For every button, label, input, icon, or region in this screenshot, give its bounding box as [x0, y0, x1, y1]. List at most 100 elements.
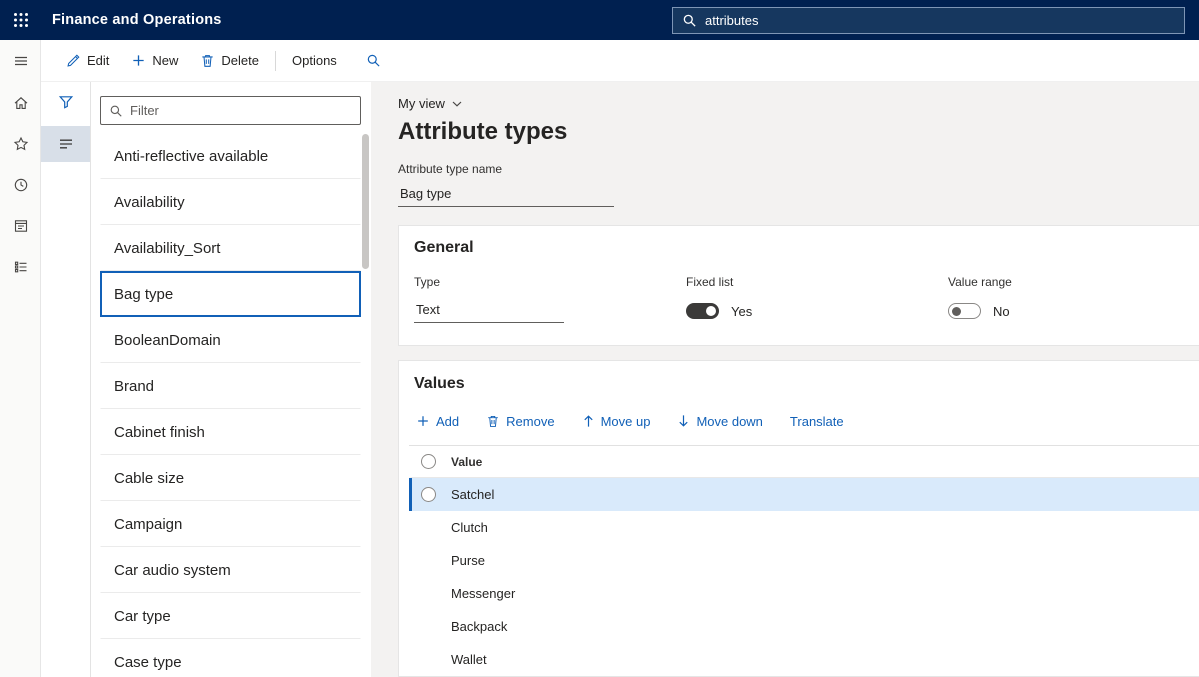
- list-item-label: Campaign: [114, 516, 182, 533]
- type-field-label: Type: [414, 275, 686, 289]
- value-cell: Messenger: [451, 586, 515, 601]
- list-item[interactable]: Cable size: [100, 455, 361, 501]
- add-value-button[interactable]: Add: [416, 414, 459, 429]
- workspaces-button[interactable]: [0, 205, 41, 246]
- list-item-label: Cable size: [114, 470, 184, 487]
- favorites-button[interactable]: [0, 123, 41, 164]
- add-value-label: Add: [436, 414, 459, 429]
- arrow-down-icon: [677, 414, 690, 428]
- action-search-button[interactable]: [354, 53, 393, 68]
- waffle-icon: [13, 12, 29, 28]
- row-select-radio[interactable]: [421, 487, 436, 502]
- list-item[interactable]: Cabinet finish: [100, 409, 361, 455]
- value-range-toggle[interactable]: [948, 303, 981, 319]
- list-item[interactable]: Case type: [100, 639, 361, 677]
- value-row[interactable]: Backpack: [409, 610, 1199, 643]
- recent-button[interactable]: [0, 164, 41, 205]
- filter-input[interactable]: [130, 103, 352, 118]
- global-search-box[interactable]: [672, 7, 1185, 34]
- remove-value-button[interactable]: Remove: [486, 414, 554, 429]
- value-row[interactable]: Messenger: [409, 577, 1199, 610]
- edit-button[interactable]: Edit: [55, 46, 120, 76]
- list-item-label: Availability: [114, 194, 185, 211]
- options-tab-label: Options: [292, 53, 337, 68]
- list-item[interactable]: Campaign: [100, 501, 361, 547]
- values-section: Values Add Remove: [398, 360, 1199, 677]
- value-range-state: No: [993, 304, 1010, 319]
- general-section-title[interactable]: General: [414, 239, 1199, 257]
- list-item[interactable]: Bag type: [100, 271, 361, 317]
- global-search-input[interactable]: [705, 13, 1175, 28]
- remove-value-label: Remove: [506, 414, 554, 429]
- list-item[interactable]: Availability: [100, 179, 361, 225]
- type-input[interactable]: [414, 300, 564, 323]
- grid-header-row[interactable]: Value: [409, 446, 1199, 478]
- delete-button[interactable]: Delete: [189, 46, 270, 76]
- list-item[interactable]: Car type: [100, 593, 361, 639]
- page-title: Attribute types: [398, 118, 1199, 146]
- list-item[interactable]: BooleanDomain: [100, 317, 361, 363]
- new-button[interactable]: New: [120, 46, 189, 76]
- general-fields: Type Fixed list Yes Value range: [414, 275, 1199, 323]
- list-item[interactable]: Car audio system: [100, 547, 361, 593]
- action-bar: Edit New Delete Options: [41, 40, 1199, 82]
- list-item-label: Car audio system: [114, 562, 231, 579]
- fixed-list-toggle[interactable]: [686, 303, 719, 319]
- modules-button[interactable]: [0, 246, 41, 287]
- list-item-label: BooleanDomain: [114, 332, 221, 349]
- list-item[interactable]: Brand: [100, 363, 361, 409]
- view-selector[interactable]: My view: [398, 96, 462, 111]
- value-row[interactable]: Satchel: [409, 478, 1199, 511]
- value-row[interactable]: Purse: [409, 544, 1199, 577]
- record-list-panel: Anti-reflective available Availability A…: [90, 82, 371, 677]
- options-tab[interactable]: Options: [281, 46, 348, 76]
- list-scrollbar[interactable]: [362, 134, 369, 674]
- values-section-title[interactable]: Values: [399, 375, 1199, 393]
- new-button-label: New: [152, 53, 178, 68]
- value-cell: Satchel: [451, 487, 494, 502]
- list-item-label: Anti-reflective available: [114, 148, 268, 165]
- list-item-label: Cabinet finish: [114, 424, 205, 441]
- plus-icon: [416, 414, 430, 428]
- grid-body: Satchel Clutch Purse Messenger: [409, 478, 1199, 676]
- list-item[interactable]: Anti-reflective available: [100, 133, 361, 179]
- value-cell: Wallet: [451, 652, 487, 667]
- name-field-label: Attribute type name: [398, 162, 1199, 176]
- list-item-label: Availability_Sort: [114, 240, 220, 257]
- search-icon: [682, 13, 697, 28]
- trash-icon: [200, 53, 215, 68]
- attribute-type-name-input[interactable]: [398, 184, 614, 207]
- home-button[interactable]: [0, 82, 41, 123]
- filter-pane-button[interactable]: [41, 82, 90, 122]
- value-row[interactable]: Wallet: [409, 643, 1199, 676]
- move-up-button[interactable]: Move up: [582, 414, 651, 429]
- value-column-header: Value: [451, 455, 482, 469]
- fixed-list-field-group: Fixed list Yes: [686, 275, 948, 323]
- view-selector-label: My view: [398, 96, 445, 111]
- arrow-up-icon: [582, 414, 595, 428]
- search-icon: [109, 104, 123, 118]
- move-up-label: Move up: [601, 414, 651, 429]
- scrollbar-thumb[interactable]: [362, 134, 369, 269]
- select-all-radio[interactable]: [421, 454, 436, 469]
- move-down-button[interactable]: Move down: [677, 414, 762, 429]
- list-item[interactable]: Availability_Sort: [100, 225, 361, 271]
- app-launcher-button[interactable]: [0, 0, 42, 40]
- values-grid: Value Satchel Clutch Purse: [409, 445, 1199, 676]
- value-row[interactable]: Clutch: [409, 511, 1199, 544]
- chevron-down-icon: [452, 101, 462, 107]
- value-cell: Backpack: [451, 619, 507, 634]
- clock-icon: [13, 177, 29, 193]
- star-icon: [13, 136, 29, 152]
- type-field-group: Type: [414, 275, 686, 323]
- filter-box[interactable]: [100, 96, 361, 125]
- fixed-list-label: Fixed list: [686, 275, 948, 289]
- list-pane-button[interactable]: [41, 126, 90, 162]
- fixed-list-toggle-row: Yes: [686, 303, 948, 319]
- general-section: General Type Fixed list Yes: [398, 225, 1199, 346]
- fixed-list-state: Yes: [731, 304, 752, 319]
- translate-button[interactable]: Translate: [790, 414, 844, 429]
- hamburger-menu-button[interactable]: [0, 40, 41, 82]
- panel-tool-rail: [41, 82, 90, 677]
- list-lines-icon: [58, 136, 74, 152]
